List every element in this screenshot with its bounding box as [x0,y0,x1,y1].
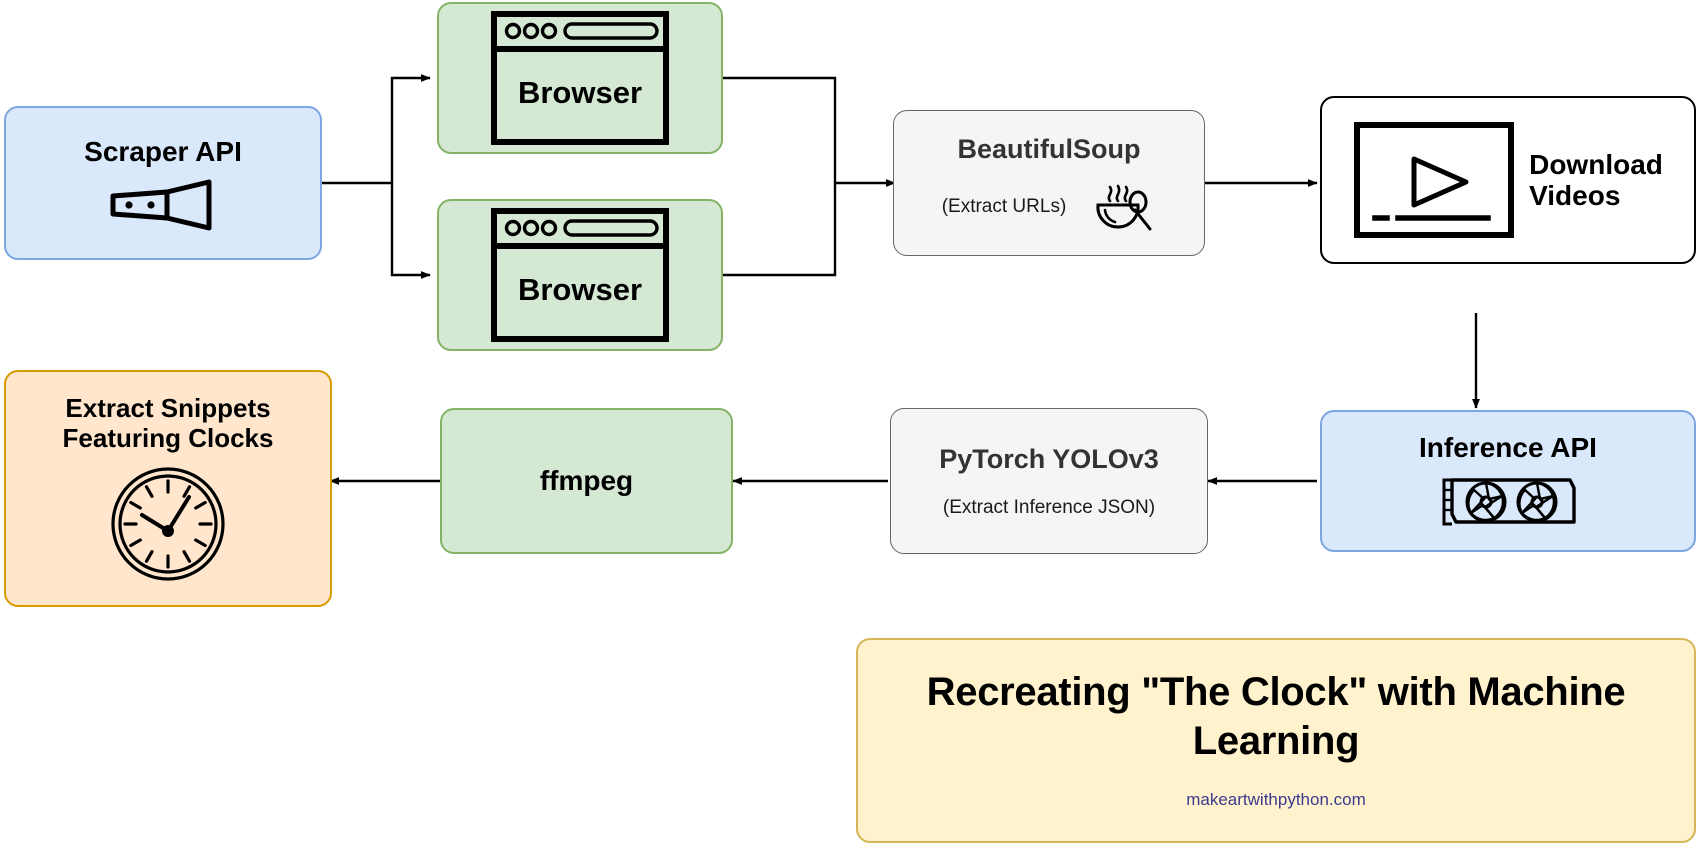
node-ffmpeg[interactable]: ffmpeg [440,408,733,554]
download-videos-label: Download Videos [1529,149,1663,212]
scraper-api-label: Scraper API [84,136,242,168]
node-browser-top[interactable]: Browser [437,2,723,154]
browser-bottom-label: Browser [518,272,642,307]
edge-browser-bottom-merge [723,183,837,277]
download-videos-label-line2: Videos [1529,180,1621,211]
node-scraper-api[interactable]: Scraper API [4,106,322,260]
node-download-videos[interactable]: Download Videos [1320,96,1696,264]
node-title-card: Recreating "The Clock" with Machine Lear… [856,638,1696,843]
browser-window-icon: Browser [491,208,669,342]
ffmpeg-label: ffmpeg [539,465,634,497]
soup-bowl-icon [1094,181,1156,233]
pytorch-yolov3-label: PyTorch YOLOv3 [939,443,1159,474]
clock-icon [109,465,227,583]
node-browser-bottom[interactable]: Browser [437,199,723,351]
diagram-canvas: Scraper API Browser Browser BeautifulSou… [0,0,1700,845]
footer-link[interactable]: makeartwithpython.com [1186,790,1366,810]
node-extract-snippets[interactable]: Extract Snippets Featuring Clocks [4,370,332,607]
gpu-card-icon [1440,472,1576,530]
beautifulsoup-sublabel: (Extract URLs) [941,195,1067,217]
edge-scraper-to-browser-top [390,74,431,183]
diagram-title: Recreating "The Clock" with Machine Lear… [926,670,1626,763]
download-videos-label-line1: Download [1529,148,1663,180]
edge-scraper-to-browser-bottom [390,183,431,279]
node-beautifulsoup[interactable]: BeautifulSoup (Extract URLs) [893,110,1205,256]
node-pytorch-yolov3[interactable]: PyTorch YOLOv3 (Extract Inference JSON) [890,408,1208,554]
beautifulsoup-label: BeautifulSoup [957,133,1141,164]
extract-snippets-label-line2: Featuring Clocks [62,422,274,453]
browser-top-label: Browser [518,75,642,110]
video-player-icon [1353,121,1515,239]
extract-snippets-label: Extract Snippets Featuring Clocks [63,394,274,452]
extract-snippets-label-line1: Extract Snippets [65,393,271,424]
edge-browser-top-merge [723,76,837,183]
inference-api-label: Inference API [1419,432,1597,464]
browser-window-icon: Browser [491,11,669,145]
node-inference-api[interactable]: Inference API [1320,410,1696,552]
scraper-tool-icon [109,179,217,231]
pytorch-yolov3-sublabel: (Extract Inference JSON) [942,496,1156,518]
